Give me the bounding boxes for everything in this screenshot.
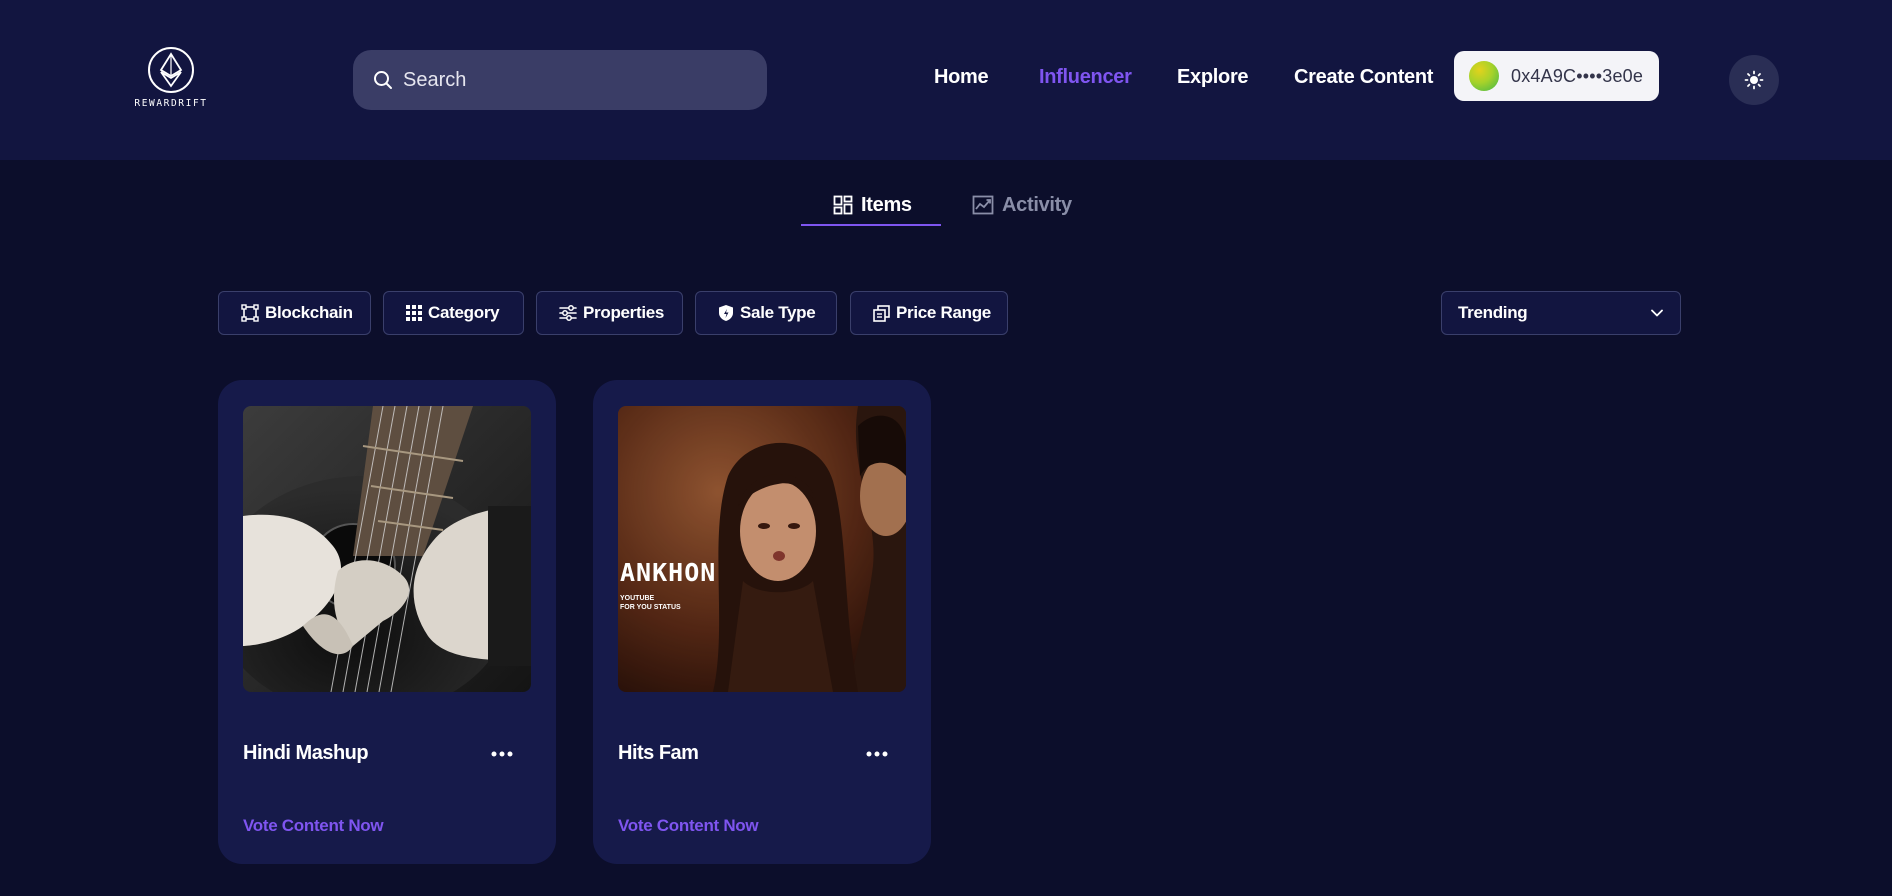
more-horizontal-icon [491,751,513,757]
card-more-button[interactable] [863,742,891,766]
filter-blockchain-label: Blockchain [265,303,353,322]
nav-explore[interactable]: Explore [1177,66,1249,89]
filter-price-range[interactable]: Price Range [850,291,1008,335]
search-icon [374,71,392,89]
sun-icon [1744,70,1764,90]
theme-toggle-button[interactable] [1729,55,1779,105]
poster-subtitle: YOUTUBE FOR YOU STATUS [620,594,681,612]
shield-icon [719,305,733,321]
card-image-guitar-heart [243,406,531,692]
wallet-avatar [1469,61,1499,91]
filter-sale-type-label: Sale Type [740,303,816,322]
brand-logo[interactable]: REWARDRIFT [134,46,208,109]
wallet-button[interactable]: 0x4A9C••••3e0e [1454,51,1659,101]
ethereum-logo-icon [148,47,194,93]
filter-price-range-label: Price Range [896,303,991,322]
tab-activity[interactable]: Activity [972,184,1072,226]
top-header: REWARDRIFT Home Influencer Explore Creat… [0,0,1892,160]
active-tab-indicator [801,224,941,226]
nav-influencer[interactable]: Influencer [1039,66,1132,89]
content-card[interactable]: Hindi Mashup Vote Content Now [218,380,556,864]
more-horizontal-icon [866,751,888,757]
tab-activity-label: Activity [1002,193,1072,216]
chart-icon [972,195,994,215]
filter-sale-type[interactable]: Sale Type [695,291,837,335]
ankhon-poster [618,406,906,692]
card-more-button[interactable] [488,742,516,766]
chevron-down-icon [1651,309,1663,317]
content-card[interactable]: ANKHON YOUTUBE FOR YOU STATUS Hits Fam V… [593,380,931,864]
poster-subtitle-line-1: YOUTUBE [620,595,655,602]
search-bar[interactable] [353,50,767,110]
guitar-heart-photo [243,406,531,692]
brand-name: REWARDRIFT [134,98,208,109]
filter-blockchain[interactable]: Blockchain [218,291,371,335]
sort-selected-value: Trending [1458,303,1528,322]
card-title: Hits Fam [618,742,699,764]
filter-properties[interactable]: Properties [536,291,683,335]
wallet-address: 0x4A9C••••3e0e [1511,65,1644,86]
grid-icon [833,195,853,215]
filter-category-label: Category [428,303,500,322]
sliders-icon [559,305,577,321]
category-grid-icon [406,305,422,321]
nav-home[interactable]: Home [934,66,989,89]
sort-dropdown[interactable]: Trending [1441,291,1681,335]
filter-properties-label: Properties [583,303,665,322]
vote-content-link[interactable]: Vote Content Now [243,816,384,836]
blockchain-icon [241,304,259,322]
filter-category[interactable]: Category [383,291,524,335]
tab-items-label: Items [861,193,912,216]
poster-subtitle-line-2: FOR YOU STATUS [620,604,681,611]
card-title: Hindi Mashup [243,742,369,764]
nav-create-content[interactable]: Create Content [1294,66,1433,89]
search-input[interactable] [403,68,733,92]
poster-title: ANKHON [620,558,717,587]
copy-icon [873,304,890,322]
vote-content-link[interactable]: Vote Content Now [618,816,759,836]
card-image-ankhon-poster: ANKHON YOUTUBE FOR YOU STATUS [618,406,906,692]
tab-items[interactable]: Items [833,184,912,226]
